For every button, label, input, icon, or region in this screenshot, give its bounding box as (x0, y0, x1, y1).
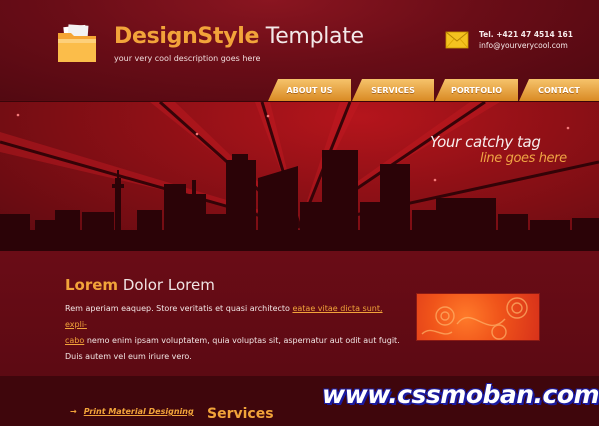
hero-catch-line-2: line goes here (480, 151, 567, 166)
envelope-icon[interactable] (445, 30, 469, 50)
body-paragraph: Rem aperiam eaquep. Store veritatis et q… (65, 301, 405, 365)
body-text-2: nemo enim ipsam voluptatem, quia volupta… (84, 336, 400, 345)
body-text-1: Rem aperiam eaquep. Store veritatis et q… (65, 304, 293, 313)
section-title: Lorem Dolor Lorem (65, 276, 215, 294)
swirl-thumbnail[interactable] (416, 293, 540, 341)
main-nav: ABOUT US SERVICES PORTFOLIO CONTACT (268, 79, 599, 101)
email-address[interactable]: info@yourverycool.com (479, 40, 573, 51)
hero-banner (0, 101, 599, 251)
body-text-3: Duis autem vel eum iriure vero. (65, 352, 192, 361)
nav-services[interactable]: SERVICES (352, 79, 434, 101)
phone-number: Tel. +421 47 4514 161 (479, 30, 573, 39)
footer-link[interactable]: → Print Material Designing (70, 407, 194, 416)
watermark: www.cssmoban.com (322, 380, 599, 409)
arrow-right-icon: → (70, 407, 77, 416)
section-title-strong: Lorem (65, 276, 119, 294)
city-skyline-illustration (0, 102, 599, 251)
nav-portfolio[interactable]: PORTFOLIO (435, 79, 518, 101)
section-title-light: Dolor Lorem (122, 276, 215, 294)
contact-info: Tel. +421 47 4514 161 info@yourverycool.… (479, 29, 573, 51)
swirl-pattern (421, 297, 528, 340)
footer-link-label: Print Material Designing (83, 407, 194, 416)
nav-contact[interactable]: CONTACT (519, 79, 599, 101)
body-link-2[interactable]: cabo (65, 336, 84, 345)
brand-light: Template (265, 24, 364, 49)
services-heading: Services (207, 406, 274, 422)
hero-catch-line-1: Your catchy tag (430, 133, 541, 151)
nav-about-us[interactable]: ABOUT US (268, 79, 351, 101)
folder-icon[interactable] (57, 24, 97, 64)
site-tagline: your very cool description goes here (114, 54, 261, 63)
site-title[interactable]: DesignStyle Template (114, 24, 364, 49)
brand-strong: DesignStyle (114, 24, 260, 49)
